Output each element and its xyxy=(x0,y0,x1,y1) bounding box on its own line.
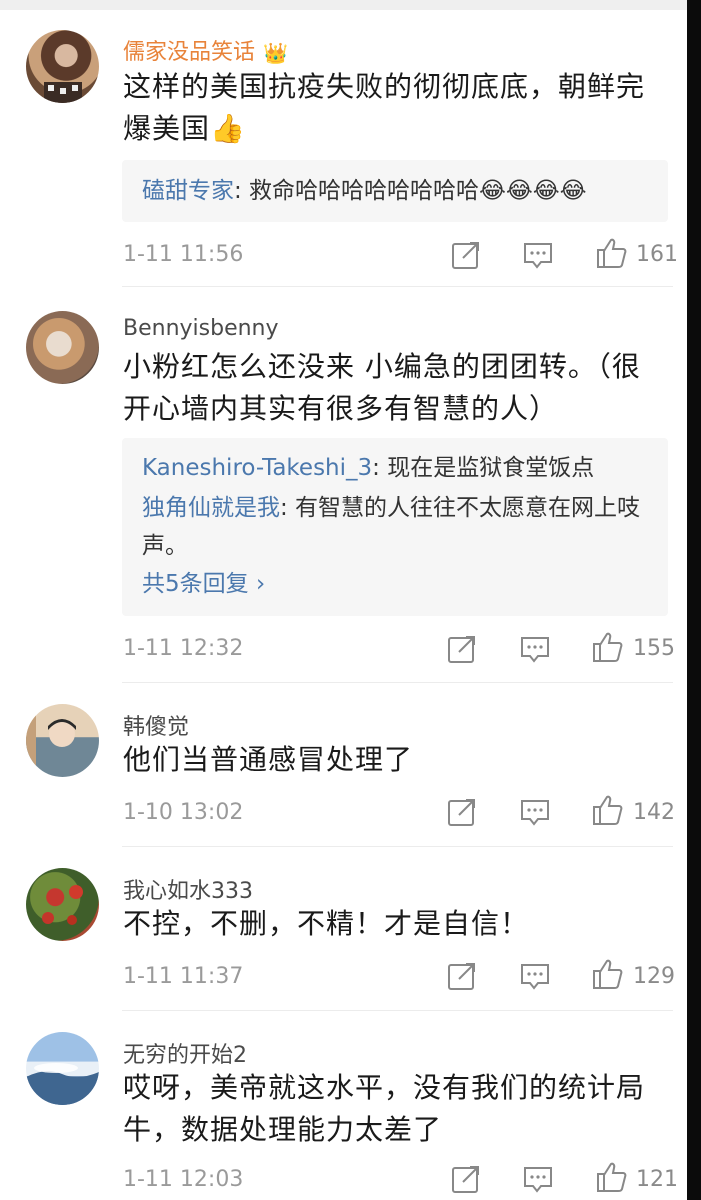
crown-icon: 👑 xyxy=(263,41,288,65)
like-count: 121 xyxy=(636,1167,678,1192)
comment-icon[interactable] xyxy=(518,632,552,666)
thumbs-up-icon[interactable] xyxy=(590,630,624,664)
comment-text: 小粉红怎么还没来 小编急的团团转。（很开心墙内其实有很多有智慧的人） xyxy=(123,350,641,425)
timestamp: 1-10 13:02 xyxy=(123,800,244,825)
avatar[interactable] xyxy=(26,30,99,103)
like-count: 142 xyxy=(633,800,675,825)
avatar[interactable] xyxy=(26,868,99,941)
avatar[interactable] xyxy=(26,311,99,384)
comment-icon[interactable] xyxy=(521,238,555,272)
comment-text: 他们当普通感冒处理了 xyxy=(123,743,414,776)
comment-item: 无穷的开始2 哎呀，美帝就这水平，没有我们的统计局牛，数据处理能力太差了 1-1… xyxy=(0,1010,687,1200)
repost-icon[interactable] xyxy=(445,632,479,666)
username-text[interactable]: 儒家没品笑话 xyxy=(123,40,255,65)
username[interactable]: 韩傻觉 xyxy=(123,709,189,741)
like-count: 161 xyxy=(636,242,678,267)
timestamp: 1-11 11:37 xyxy=(123,964,244,989)
repost-icon[interactable] xyxy=(449,238,483,272)
timestamp: 1-11 11:56 xyxy=(123,242,244,267)
repost-icon[interactable] xyxy=(445,959,479,993)
repost-icon[interactable] xyxy=(445,795,479,829)
timestamp: 1-11 12:03 xyxy=(123,1167,244,1192)
username[interactable]: 我心如水333 xyxy=(123,873,253,905)
reply-author[interactable]: Kaneshiro-Takeshi_3 xyxy=(142,455,372,481)
like-count: 155 xyxy=(633,636,675,661)
like-count: 129 xyxy=(633,964,675,989)
comment-item: 我心如水333 不控，不删，不精！才是自信！ 1-11 11:37 129 xyxy=(0,846,687,1009)
thumbs-up-icon[interactable] xyxy=(594,236,628,270)
username[interactable]: 无穷的开始2 xyxy=(123,1037,247,1069)
thumbs-up-icon[interactable] xyxy=(590,793,624,827)
reply-preview-box[interactable]: 磕甜专家: 救命哈哈哈哈哈哈哈哈😂😂😂😂 xyxy=(122,160,668,222)
username[interactable]: 儒家没品笑话 👑 xyxy=(123,34,288,66)
thumbs-up-icon[interactable] xyxy=(590,957,624,991)
comment-item: Bennyisbenny 小粉红怎么还没来 小编急的团团转。（很开心墙内其实有很… xyxy=(0,286,687,681)
reply-line[interactable]: 磕甜专家: 救命哈哈哈哈哈哈哈哈😂😂😂😂 xyxy=(142,173,652,209)
screen-edge xyxy=(687,0,701,1200)
comment-text: 哎呀，美帝就这水平，没有我们的统计局牛，数据处理能力太差了 xyxy=(123,1071,646,1146)
avatar[interactable] xyxy=(26,1032,99,1105)
comment-item: 儒家没品笑话 👑 这样的美国抗疫失败的彻彻底底，朝鲜完爆美国👍 磕甜专家: 救命哈… xyxy=(0,0,687,285)
username[interactable]: Bennyisbenny xyxy=(123,316,279,341)
reply-line[interactable]: 独角仙就是我: 有智慧的人往往不太愿意在网上吱声。 xyxy=(142,489,652,565)
timestamp: 1-11 12:32 xyxy=(123,636,244,661)
comment-icon[interactable] xyxy=(518,959,552,993)
comment-icon[interactable] xyxy=(521,1162,555,1196)
avatar[interactable] xyxy=(26,704,99,777)
reply-author[interactable]: 磕甜专家 xyxy=(142,178,234,204)
comment-item: 韩傻觉 他们当普通感冒处理了 1-10 13:02 142 xyxy=(0,682,687,845)
reply-preview-box[interactable]: Kaneshiro-Takeshi_3: 现在是监狱食堂饭点 独角仙就是我: 有… xyxy=(122,438,668,616)
repost-icon[interactable] xyxy=(449,1162,483,1196)
reply-text: : 现在是监狱食堂饭点 xyxy=(372,455,595,481)
reply-text: : 救命哈哈哈哈哈哈哈哈😂😂😂😂 xyxy=(234,178,587,204)
reply-line[interactable]: Kaneshiro-Takeshi_3: 现在是监狱食堂饭点 xyxy=(142,450,652,486)
more-replies-link[interactable]: 共5条回复 › xyxy=(142,566,652,602)
thumbs-up-icon[interactable] xyxy=(594,1160,628,1194)
reply-author[interactable]: 独角仙就是我 xyxy=(142,495,280,521)
comment-text: 不控，不删，不精！才是自信！ xyxy=(123,907,530,940)
comment-text: 这样的美国抗疫失败的彻彻底底，朝鲜完爆美国👍 xyxy=(123,70,646,145)
comment-icon[interactable] xyxy=(518,795,552,829)
